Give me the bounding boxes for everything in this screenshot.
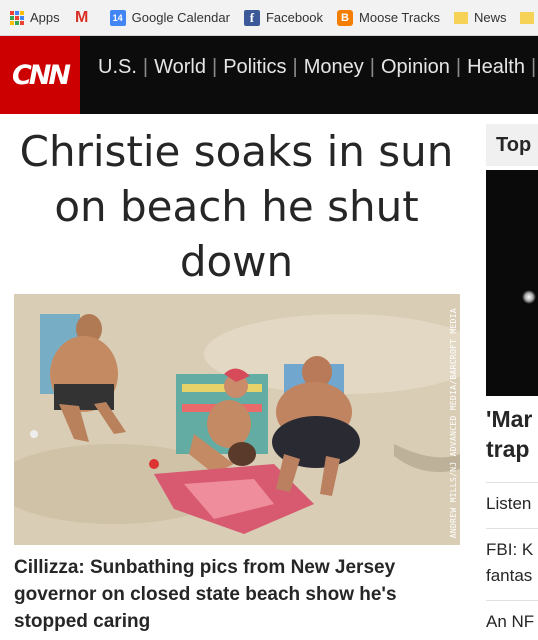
nav-item-world[interactable]: World <box>148 56 212 79</box>
rail-story-title-line: 'Mar <box>486 406 533 432</box>
article-photo[interactable]: ANDREW MILLS/NJ ADVANCED MEDIA/BARCROFT … <box>14 294 460 545</box>
cnn-logo[interactable]: CNN <box>0 36 80 114</box>
right-rail: Top 'Mar trap Listen FBI: K fantas An NF <box>486 124 538 640</box>
bookmark-news[interactable]: News <box>453 10 507 25</box>
rail-video-thumbnail[interactable] <box>486 170 538 396</box>
divider <box>486 600 538 601</box>
bookmark-label: Apps <box>30 10 60 25</box>
nav-item-health[interactable]: Health <box>461 56 531 79</box>
photo-caption-link[interactable]: Cillizza: Sunbathing pics from New Jerse… <box>14 554 469 635</box>
nav-item-politics[interactable]: Politics <box>217 56 292 79</box>
google-calendar-icon: 14 <box>109 9 126 26</box>
bookmark-gmail[interactable]: M <box>74 8 96 26</box>
divider <box>486 482 538 483</box>
main-nav: U.S. | World | Politics | Money | Opinion | H… <box>92 56 538 79</box>
bookmark-facebook[interactable]: f Facebook <box>243 9 324 26</box>
facebook-icon: f <box>243 9 260 26</box>
rail-section-title: Top <box>486 124 538 166</box>
bookmark-label: News <box>473 10 507 25</box>
article-headline[interactable]: Christie soaks in sun on beach he shut d… <box>14 124 459 289</box>
rail-story-title-line: trap <box>486 436 530 462</box>
bookmark-label: Facebook <box>265 10 324 25</box>
rail-item-listen[interactable]: Listen <box>486 494 538 514</box>
bookmark-google-calendar[interactable]: 14 Google Calendar <box>109 9 230 26</box>
beach-photo-illustration <box>14 294 460 545</box>
bookmarks-bar: Apps M 14 Google Calendar f Facebook B M… <box>0 0 538 36</box>
apps-grid-icon <box>10 10 24 25</box>
bookmark-label: Google Calendar <box>131 10 230 25</box>
bookmark-label: Moose Tracks <box>359 10 440 25</box>
rail-item-nfl[interactable]: An NF <box>486 612 538 632</box>
site-header: CNN U.S. | World | Politics | Money | Opinio… <box>0 36 538 114</box>
folder-icon <box>520 11 535 24</box>
blogger-icon: B <box>337 9 354 26</box>
video-light-glare <box>522 290 536 304</box>
rail-item-fbi-cont[interactable]: fantas <box>486 566 538 586</box>
nav-item-money[interactable]: Money <box>298 56 370 79</box>
nav-item-opinion[interactable]: Opinion <box>375 56 456 79</box>
nav-item-us[interactable]: U.S. <box>92 56 143 79</box>
photo-credit: ANDREW MILLS/NJ ADVANCED MEDIA/BARCROFT … <box>449 308 458 539</box>
bookmark-moose-tracks[interactable]: B Moose Tracks <box>337 9 440 26</box>
divider <box>486 528 538 529</box>
folder-icon <box>453 11 468 24</box>
gmail-icon: M <box>74 8 89 26</box>
rail-item-fbi[interactable]: FBI: K <box>486 540 538 560</box>
bookmark-so[interactable]: So <box>520 10 538 25</box>
rail-story-title[interactable]: 'Mar trap <box>486 404 538 464</box>
logo-text: CNN <box>11 59 71 91</box>
bookmark-apps[interactable]: Apps <box>10 10 60 25</box>
